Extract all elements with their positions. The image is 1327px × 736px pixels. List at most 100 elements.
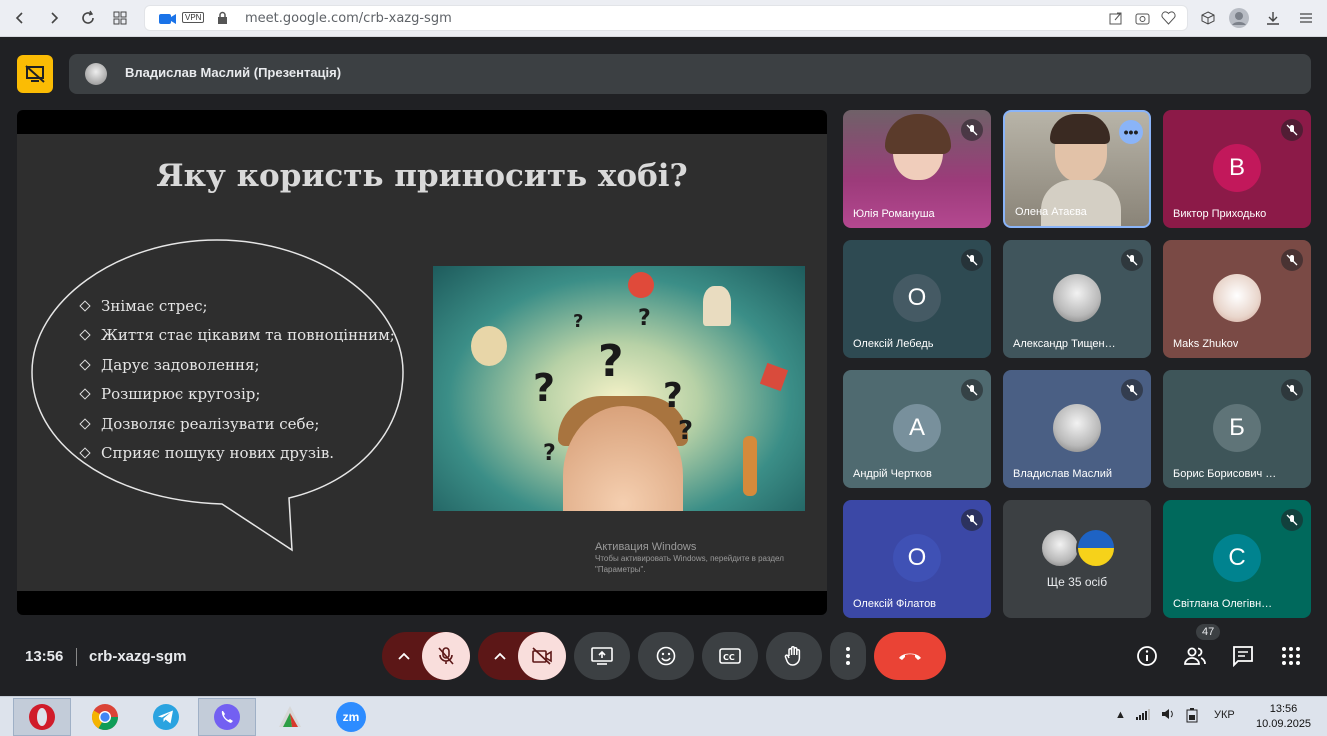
participant-tile[interactable]: ••• Олена Атаєва <box>1003 110 1151 228</box>
avatar: О <box>893 534 941 582</box>
browser-toolbar: VPN meet.google.com/crb-xazg-sgm <box>0 0 1327 37</box>
sketch-app[interactable] <box>261 698 319 736</box>
apps-grid-icon <box>1282 647 1300 665</box>
telegram-app[interactable] <box>137 698 195 736</box>
captions-button[interactable]: CC <box>702 632 758 680</box>
menu-icon[interactable] <box>1296 8 1316 28</box>
tray-expand-icon[interactable]: ▲ <box>1115 709 1126 721</box>
svg-text:CC: CC <box>723 653 735 662</box>
reactions-button[interactable] <box>638 632 694 680</box>
participant-tile[interactable]: В Виктор Приходько <box>1163 110 1311 228</box>
presenter-banner: Владислав Маслий (Презентація) <box>69 54 1311 94</box>
chevron-up-icon <box>494 652 506 660</box>
video-options-button[interactable] <box>488 644 512 668</box>
zoom-icon: zm <box>336 702 366 732</box>
muted-mic-icon <box>1281 509 1303 531</box>
participant-name: Владислав Маслий <box>1013 468 1112 480</box>
presentation-slide: Яку користь приносить хобі? Знімає стрес… <box>17 110 827 615</box>
more-options-button[interactable]: ••• <box>1119 120 1143 144</box>
mic-control-group <box>382 632 470 680</box>
raise-hand-button[interactable] <box>766 632 822 680</box>
participant-tile[interactable]: С Світлана Олегівн… <box>1163 500 1311 618</box>
muted-mic-icon <box>1121 249 1143 271</box>
zoom-app[interactable]: zm <box>322 698 380 736</box>
url-text[interactable]: meet.google.com/crb-xazg-sgm <box>245 11 452 26</box>
hand-icon <box>784 646 801 666</box>
divider <box>76 648 77 666</box>
participant-tile[interactable]: Maks Zhukov <box>1163 240 1311 358</box>
reload-icon[interactable] <box>78 8 98 28</box>
leave-call-button[interactable] <box>874 632 946 680</box>
participant-tile[interactable]: Юлія Романуша <box>843 110 991 228</box>
list-item: Дарує задоволення; <box>79 350 395 380</box>
viber-app[interactable] <box>198 698 256 736</box>
language-indicator[interactable]: УКР <box>1214 709 1235 721</box>
audio-options-button[interactable] <box>392 644 416 668</box>
avatar <box>1053 274 1101 322</box>
tabs-grid-icon[interactable] <box>110 8 130 28</box>
slide-title: Яку користь приносить хобі? <box>156 158 688 194</box>
system-clock[interactable]: 13:56 10.09.2025 <box>1256 702 1311 732</box>
chevron-up-icon <box>398 652 410 660</box>
participant-tile[interactable]: О Олексій Лебедь <box>843 240 991 358</box>
vpn-badge[interactable]: VPN <box>182 12 205 23</box>
screenshot-icon[interactable] <box>1135 11 1150 30</box>
activities-button[interactable] <box>1279 644 1303 668</box>
forward-icon[interactable] <box>44 8 64 28</box>
share-icon[interactable] <box>1109 11 1123 30</box>
participant-tile[interactable]: Владислав Маслий <box>1003 370 1151 488</box>
slide-canvas: Яку користь приносить хобі? Знімає стрес… <box>17 134 827 591</box>
windows-activation-watermark: Активация Windows Чтобы активировать Win… <box>595 541 784 574</box>
people-count-badge: 47 <box>1196 624 1221 640</box>
signal-icon[interactable] <box>1136 708 1150 723</box>
presentation-stop-icon <box>25 65 45 83</box>
participant-tile[interactable]: Б Борис Борисович … <box>1163 370 1311 488</box>
download-icon[interactable] <box>1263 8 1283 28</box>
more-vert-icon <box>846 647 850 665</box>
chrome-app[interactable] <box>76 698 134 736</box>
more-options-button[interactable] <box>830 632 866 680</box>
muted-mic-icon <box>1281 379 1303 401</box>
mic-off-icon <box>438 647 454 665</box>
avatar <box>1213 274 1261 322</box>
participant-name: Maks Zhukov <box>1173 338 1239 350</box>
others-tile[interactable]: Ще 35 осіб <box>1003 500 1151 618</box>
presenter-avatar <box>85 63 107 85</box>
meeting-details-button[interactable] <box>1135 644 1159 668</box>
profile-icon[interactable] <box>1229 8 1249 28</box>
muted-mic-icon <box>1281 249 1303 271</box>
participant-tile[interactable]: Александр Тищен… <box>1003 240 1151 358</box>
cube-icon[interactable] <box>1198 8 1218 28</box>
address-bar[interactable]: VPN meet.google.com/crb-xazg-sgm <box>144 5 1188 31</box>
unmute-button[interactable] <box>422 632 470 680</box>
opera-icon <box>29 704 55 730</box>
captions-icon: CC <box>719 648 741 664</box>
meeting-code: crb-xazg-sgm <box>89 648 187 665</box>
back-icon[interactable] <box>10 8 30 28</box>
presentation-logo[interactable] <box>17 55 53 93</box>
avatar: О <box>893 274 941 322</box>
list-item: Життя стає цікавим та повноцінним; <box>79 321 395 351</box>
battery-icon[interactable] <box>1186 707 1198 726</box>
opera-app[interactable] <box>13 698 71 736</box>
chrome-icon <box>91 704 119 731</box>
avatar: А <box>893 404 941 452</box>
participant-name: Александр Тищен… <box>1013 338 1116 350</box>
muted-mic-icon <box>961 509 983 531</box>
people-button[interactable] <box>1183 644 1207 668</box>
participant-tile[interactable]: А Андрій Чертков <box>843 370 991 488</box>
participant-name: Олена Атаєва <box>1015 206 1087 218</box>
avatar: Б <box>1213 404 1261 452</box>
windows-taskbar: zm ▲ УКР 13:56 10.09.2025 <box>0 696 1327 736</box>
camera-indicator-icon <box>159 12 177 30</box>
chat-button[interactable] <box>1231 644 1255 668</box>
camera-control-group <box>478 632 566 680</box>
participant-tile[interactable]: О Олексій Філатов <box>843 500 991 618</box>
heart-icon[interactable] <box>1161 11 1176 30</box>
camera-on-button[interactable] <box>518 632 566 680</box>
lock-icon[interactable] <box>217 11 228 30</box>
telegram-icon <box>153 704 179 730</box>
volume-icon[interactable] <box>1161 708 1175 723</box>
participant-name: Андрій Чертков <box>853 468 932 480</box>
present-screen-button[interactable] <box>574 632 630 680</box>
